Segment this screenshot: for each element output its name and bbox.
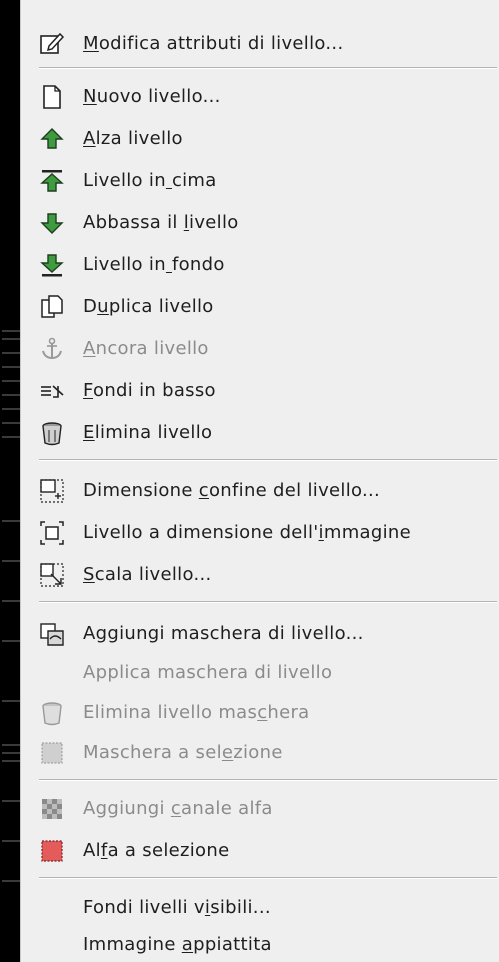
- menu-item-alpha-to-selection[interactable]: Alfa a selezione: [21, 829, 499, 871]
- menu-item-label: Alfa a selezione: [83, 839, 230, 861]
- menu-separator: [39, 877, 497, 879]
- anchor-icon: [39, 336, 65, 362]
- background-left-edge: [0, 0, 22, 962]
- menu-item-label: Applica maschera di livello: [83, 661, 333, 683]
- menu-item-label: Livello a dimensione dell'immagine: [83, 521, 411, 543]
- new-layer-icon: [39, 84, 65, 110]
- menu-item-label: Elimina livello maschera: [83, 701, 310, 723]
- menu-item-label: Modifica attributi di livello...: [83, 32, 344, 54]
- menu-item-duplicate-layer[interactable]: Duplica livello: [21, 285, 499, 327]
- menu-separator: [39, 601, 497, 603]
- lower-layer-icon: [39, 210, 65, 236]
- layer-boundary-size-icon: [39, 478, 65, 504]
- menu-item-label: Livello in cima: [83, 169, 217, 191]
- menu-item-label: Fondi livelli visibili...: [83, 896, 271, 918]
- edit-layer-attributes-icon: [39, 31, 65, 57]
- menu-item-label: Maschera a selezione: [83, 741, 283, 763]
- menu-item-layer-to-image-size[interactable]: Livello a dimensione dell'immagine: [21, 511, 499, 553]
- menu-item-label: Duplica livello: [83, 295, 214, 317]
- menu-item-label: Dimensione confine del livello...: [83, 479, 381, 501]
- alpha-channel-icon: [39, 796, 65, 822]
- merge-down-icon: [39, 378, 65, 404]
- trash-icon: [39, 420, 65, 446]
- menu-item-label: Livello in fondo: [83, 253, 225, 275]
- menu-item-layer-to-bottom[interactable]: Livello in fondo: [21, 243, 499, 285]
- menu-item-delete-layer[interactable]: Elimina livello: [21, 411, 499, 453]
- menu-item-label: Immagine appiattita: [83, 933, 272, 955]
- layer-to-top-icon: [39, 168, 65, 194]
- menu-item-add-layer-mask[interactable]: Aggiungi maschera di livello...: [21, 612, 499, 654]
- menu-separator: [39, 459, 497, 461]
- menu-item-flatten-image[interactable]: Immagine appiattita: [21, 923, 499, 962]
- menu-item-apply-layer-mask[interactable]: Applica maschera di livello: [21, 651, 499, 693]
- menu-separator: [39, 67, 497, 69]
- menu-item-label: Scala livello...: [83, 563, 212, 585]
- menu-item-scale-layer[interactable]: Scala livello...: [21, 553, 499, 595]
- menu-item-raise-layer[interactable]: Alza livello: [21, 117, 499, 159]
- layer-context-menu: Modifica attributi di livello... Nuovo l…: [20, 0, 499, 962]
- menu-item-label: Elimina livello: [83, 421, 213, 443]
- menu-item-label: Aggiungi canale alfa: [83, 797, 273, 819]
- menu-item-lower-layer[interactable]: Abbassa il livello: [21, 201, 499, 243]
- menu-item-add-alpha-channel[interactable]: Aggiungi canale alfa: [21, 787, 499, 829]
- menu-item-merge-visible-layers[interactable]: Fondi livelli visibili...: [21, 886, 499, 928]
- layer-to-image-size-icon: [39, 520, 65, 546]
- menu-item-label: Fondi in basso: [83, 379, 216, 401]
- menu-item-delete-layer-mask[interactable]: Elimina livello maschera: [21, 691, 499, 733]
- menu-separator: [39, 779, 497, 781]
- menu-item-merge-down[interactable]: Fondi in basso: [21, 369, 499, 411]
- menu-item-edit-layer-attributes[interactable]: Modifica attributi di livello...: [21, 22, 499, 64]
- raise-layer-icon: [39, 126, 65, 152]
- layer-to-bottom-icon: [39, 252, 65, 278]
- menu-item-label: Aggiungi maschera di livello...: [83, 622, 364, 644]
- menu-item-label: Nuovo livello...: [83, 85, 221, 107]
- trash-icon: [39, 700, 65, 726]
- menu-item-label: Ancora livello: [83, 337, 209, 359]
- alpha-to-selection-icon: [39, 838, 65, 864]
- menu-item-label: Abbassa il livello: [83, 211, 239, 233]
- duplicate-layer-icon: [39, 294, 65, 320]
- menu-item-layer-to-top[interactable]: Livello in cima: [21, 159, 499, 201]
- menu-item-label: Alza livello: [83, 127, 183, 149]
- menu-item-new-layer[interactable]: Nuovo livello...: [21, 75, 499, 117]
- scale-layer-icon: [39, 562, 65, 588]
- menu-item-mask-to-selection[interactable]: Maschera a selezione: [21, 731, 499, 773]
- mask-to-selection-icon: [39, 740, 65, 766]
- menu-item-layer-boundary-size[interactable]: Dimensione confine del livello...: [21, 469, 499, 511]
- add-mask-icon: [39, 621, 65, 647]
- menu-item-anchor-layer[interactable]: Ancora livello: [21, 327, 499, 369]
